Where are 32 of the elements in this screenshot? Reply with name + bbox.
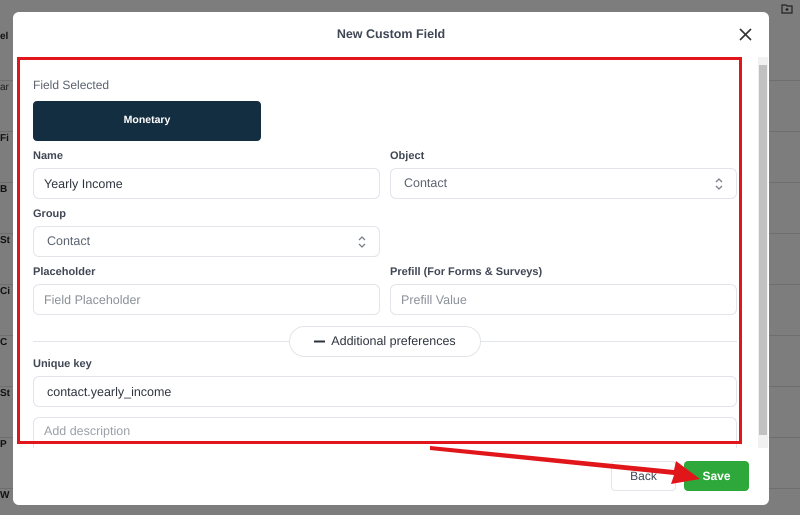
row-label: P: [0, 439, 7, 451]
row-label: ar: [0, 82, 9, 94]
close-icon: [738, 27, 753, 42]
close-button[interactable]: [738, 27, 753, 42]
text-input[interactable]: Field Placeholder: [33, 284, 380, 315]
preferences-toggle[interactable]: Additional preferences: [289, 326, 481, 357]
select-field[interactable]: Contact: [33, 226, 380, 257]
field-label: Placeholder: [33, 265, 96, 279]
chevron-up-down-icon: [715, 176, 723, 190]
row-label: Ci: [0, 286, 10, 298]
row-label: C: [0, 337, 8, 349]
field-type-button[interactable]: Monetary: [33, 101, 261, 141]
row-label: St: [0, 388, 10, 400]
scrollbar[interactable]: [758, 57, 768, 448]
modal-title: New Custom Field: [336, 26, 446, 44]
field-label: Name: [33, 149, 64, 163]
folder-icon: [781, 3, 793, 14]
row-label: B: [0, 184, 8, 196]
row-label: Fi: [0, 133, 9, 145]
field-label: Prefill (For Forms & Surveys): [390, 265, 544, 279]
row-label: W: [0, 490, 10, 502]
row-label: St: [0, 235, 10, 247]
field-label: Object: [390, 149, 426, 163]
chevron-up-down-icon: [358, 234, 366, 248]
text-input[interactable]: Prefill Value: [390, 284, 737, 315]
row-label: el: [0, 31, 8, 43]
select-field[interactable]: Contact: [390, 168, 737, 199]
unique-key-input[interactable]: contact.yearly_income: [33, 376, 737, 407]
text-input[interactable]: Yearly Income: [33, 168, 380, 199]
field-label: Group: [33, 207, 67, 221]
field-label: Unique key: [33, 357, 93, 371]
section-label: Field Selected: [33, 77, 110, 93]
